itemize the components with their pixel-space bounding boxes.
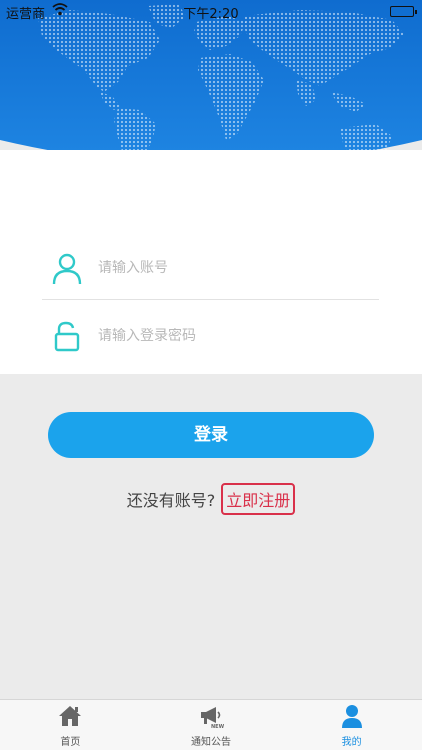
tab-notices-label: 通知公告 — [191, 737, 231, 748]
status-bar: 运营商 下午2:20 — [0, 0, 422, 22]
world-map-banner — [0, 0, 422, 172]
tab-mine-label: 我的 — [341, 737, 362, 748]
user-outline-icon — [50, 251, 84, 285]
login-form — [0, 150, 422, 374]
password-field[interactable] — [42, 304, 379, 368]
battery-icon — [390, 6, 417, 17]
login-button[interactable]: 登录 — [48, 412, 374, 458]
megaphone-new-icon: NEW — [198, 703, 225, 730]
header-banner — [0, 0, 422, 175]
lock-icon — [50, 319, 84, 353]
svg-text:NEW: NEW — [211, 724, 224, 729]
account-field[interactable] — [42, 236, 379, 300]
tab-bar: 首页 NEW 通知公告 我的 — [0, 699, 422, 750]
register-row: 还没有账号? 立即注册 — [0, 483, 422, 515]
home-icon — [57, 703, 83, 729]
tab-notices[interactable]: NEW 通知公告 — [141, 700, 282, 750]
register-prompt: 还没有账号? — [126, 491, 216, 510]
tab-home[interactable]: 首页 — [0, 700, 141, 750]
account-input[interactable] — [98, 259, 348, 276]
clock-time: 下午2:20 — [183, 7, 239, 22]
password-input[interactable] — [98, 328, 348, 344]
tab-home-label: 首页 — [60, 737, 81, 748]
register-link[interactable]: 立即注册 — [221, 483, 296, 515]
user-icon — [339, 703, 365, 729]
tab-mine[interactable]: 我的 — [281, 700, 422, 750]
